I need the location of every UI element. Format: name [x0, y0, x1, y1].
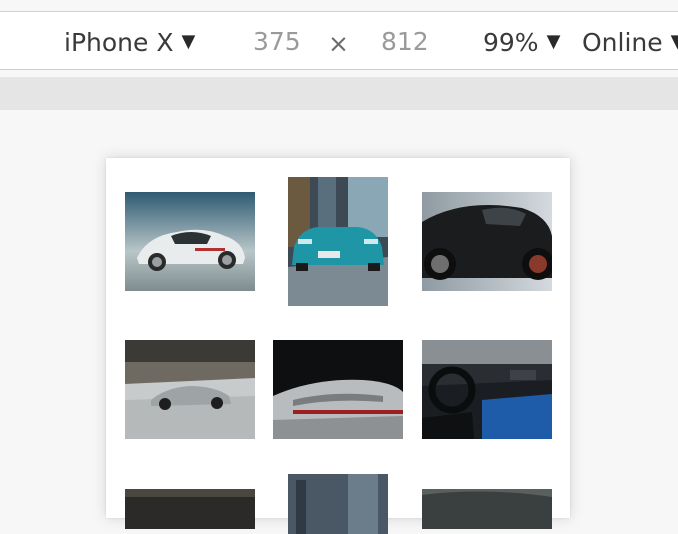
times-icon: × [328, 29, 349, 58]
throttling-select[interactable]: Online ▼ [582, 27, 678, 58]
chevron-down-icon: ▼ [546, 31, 561, 52]
zoom-select[interactable]: 99% ▼ [483, 27, 560, 58]
throttling-select-label: Online [582, 28, 663, 57]
car-image-911-interior[interactable] [422, 340, 552, 439]
car-image-row3-right[interactable] [422, 489, 552, 529]
car-image-white-cayman[interactable] [125, 192, 255, 291]
width-input[interactable]: 375 [253, 27, 301, 57]
car-image-teal-cayman[interactable] [288, 177, 388, 306]
car-image-row3-left[interactable] [125, 489, 255, 529]
media-query-bar [0, 77, 678, 110]
zoom-select-label: 99% [483, 28, 539, 57]
device-select-label: iPhone X [64, 28, 174, 57]
device-viewport [106, 158, 570, 534]
chevron-down-icon: ▼ [181, 31, 196, 52]
car-image-silver-911[interactable] [125, 340, 255, 439]
device-toolbar: iPhone X ▼ 375 × 812 99% ▼ Online ▼ [0, 11, 678, 70]
car-image-black-cayman[interactable] [422, 192, 552, 291]
height-input[interactable]: 812 [381, 27, 429, 57]
device-select[interactable]: iPhone X ▼ [64, 27, 195, 58]
car-image-row3-middle[interactable] [288, 474, 388, 534]
car-image-911-rear[interactable] [273, 340, 403, 439]
chevron-down-icon: ▼ [670, 31, 678, 52]
